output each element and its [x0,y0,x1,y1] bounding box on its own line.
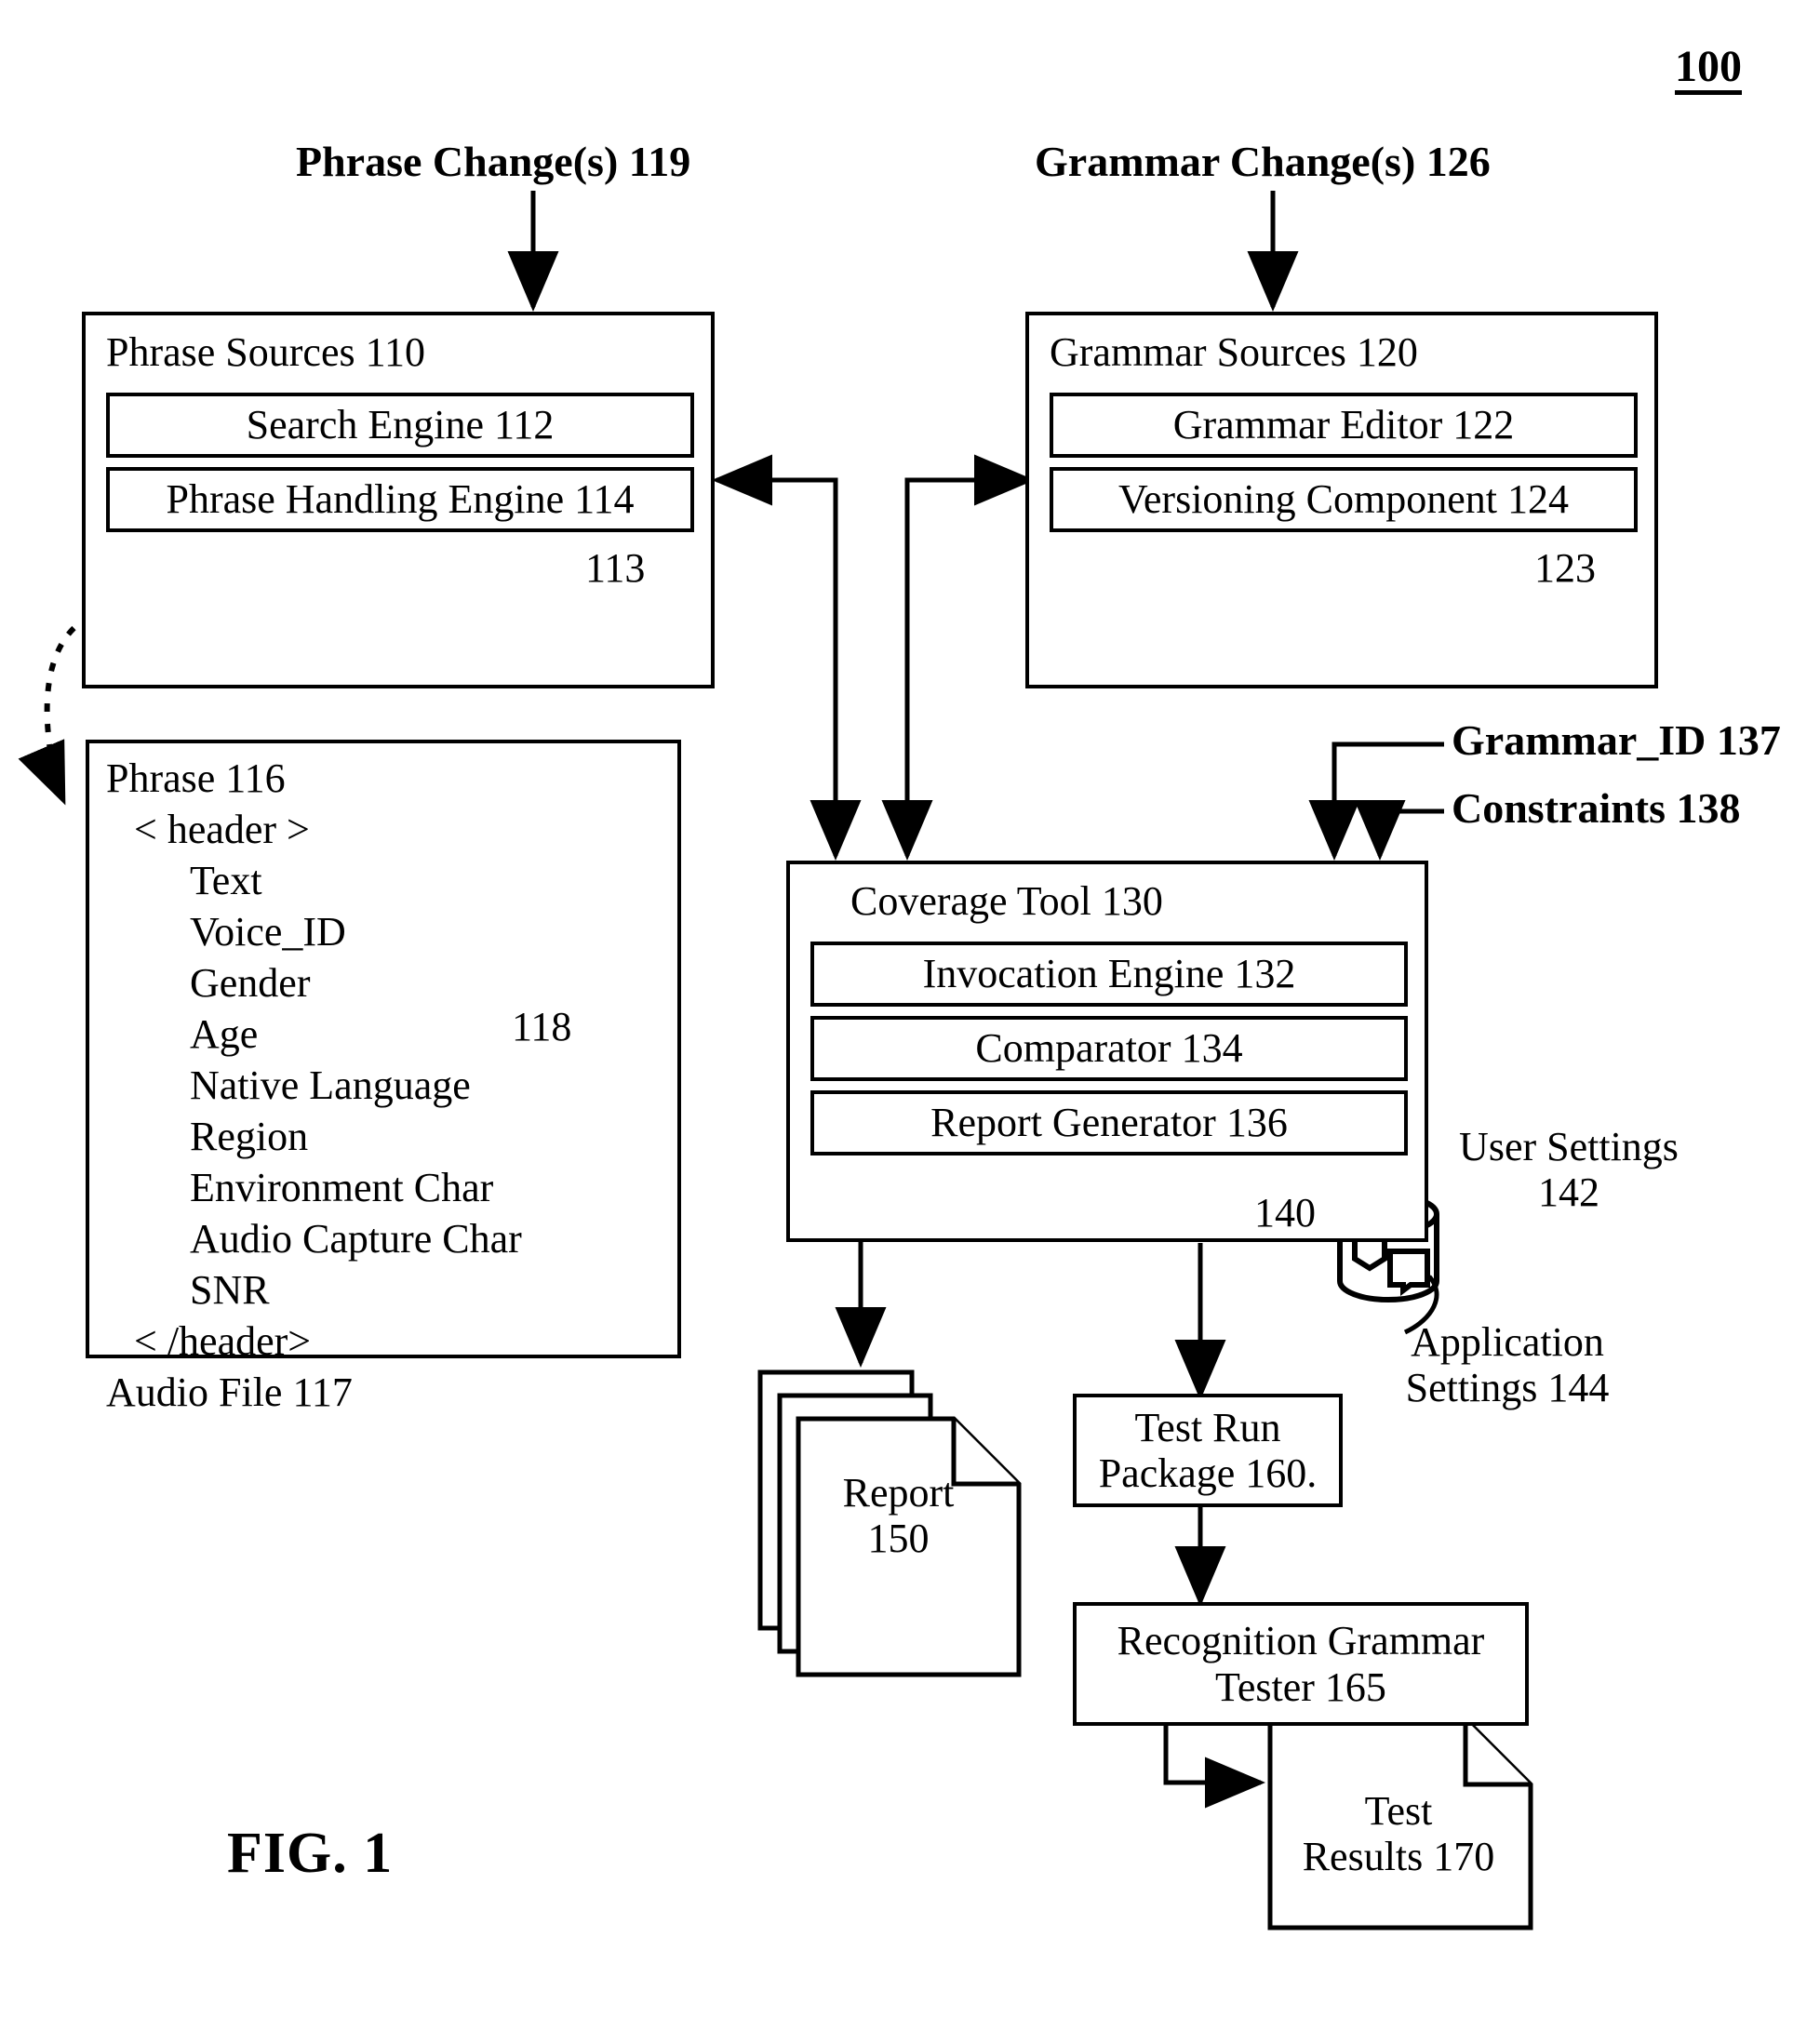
phrase-field-text: Text [190,858,262,903]
recognition-tester-line1: Recognition Grammar [1117,1618,1485,1664]
user-settings-label: User Settings 142 [1448,1124,1690,1216]
recognition-grammar-tester-box[interactable]: Recognition Grammar Tester 165 [1073,1602,1529,1726]
grammar-sources-box[interactable]: Grammar Sources 120 Grammar Editor 122 V… [1025,312,1658,688]
settings-store-ref-140: 140 [1254,1190,1316,1236]
versioning-component-box[interactable]: Versioning Component 124 [1050,467,1638,532]
comparator-box[interactable]: Comparator 134 [810,1016,1408,1081]
figure-caption: FIG. 1 [227,1822,394,1885]
arrow-tester-to-results [1163,1726,1265,1809]
phrase-field-region: Region [190,1114,309,1159]
figure-canvas: 100 Phrase Change(s) 119 Grammar Change(… [0,0,1820,2017]
application-settings-line1: Application [1411,1319,1604,1365]
callout-grammar-id: Grammar_ID 137 [1452,716,1781,764]
phrase-header-open: < header > [134,807,310,852]
test-run-package-label: Test Run Package 160. [1099,1405,1318,1497]
phrase-field-native-language: Native Language [190,1062,471,1108]
phrase-field-age: Age [190,1011,259,1057]
user-settings-line2: 142 [1538,1169,1599,1216]
recognition-grammar-tester-label: Recognition Grammar Tester 165 [1117,1618,1485,1710]
test-results-line2: Results 170 [1302,1834,1495,1880]
figure-number: 100 [1675,45,1742,95]
phrase-detail-box[interactable]: Phrase 116 < header > Text Voice_ID Gend… [86,740,681,1413]
application-settings-line2: Settings 144 [1405,1365,1610,1411]
test-results-label: Test Results 170 [1277,1788,1520,1880]
callout-grammar-changes: Grammar Change(s) 126 [1035,138,1491,185]
application-settings-label: Application Settings 144 [1377,1319,1638,1411]
callout-constraints: Constraints 138 [1452,784,1741,832]
phrase-header-close: < /header> [134,1318,312,1364]
arrow-constraints [1354,800,1444,861]
report-line1: Report [842,1470,955,1516]
user-settings-line1: User Settings [1459,1124,1679,1169]
report-doc-label: Report 150 [798,1470,998,1562]
brace-ref-118: 118 [512,1004,572,1049]
invocation-engine-box[interactable]: Invocation Engine 132 [810,942,1408,1007]
arrow-grammar-id [1308,741,1444,861]
grammar-datastore-label-123: 123 [1534,545,1596,591]
test-run-package-box[interactable]: Test Run Package 160. [1073,1394,1343,1507]
search-engine-box[interactable]: Search Engine 112 [106,393,694,458]
bus-to-grammar-sources [904,454,1035,642]
phrase-sources-title: Phrase Sources 110 [106,329,425,375]
test-results-line1: Test [1364,1788,1433,1834]
phrase-field-environment-char: Environment Char [190,1165,494,1210]
phrase-datastore-label-113: 113 [585,545,646,591]
coverage-tool-title: Coverage Tool 130 [850,878,1163,924]
phrase-field-audio-capture-char: Audio Capture Char [190,1216,522,1262]
note-icon [1387,1249,1430,1296]
report-generator-box[interactable]: Report Generator 136 [810,1090,1408,1155]
report-line2: 150 [867,1516,930,1562]
phrase-sources-box[interactable]: Phrase Sources 110 Search Engine 112 Phr… [82,312,715,688]
callout-phrase-changes: Phrase Change(s) 119 [296,138,691,185]
grammar-sources-title: Grammar Sources 120 [1050,329,1418,375]
coverage-tool-box[interactable]: Coverage Tool 130 Invocation Engine 132 … [786,861,1428,1242]
phrase-detail-title: Phrase 116 [106,755,286,801]
phrase-field-voice-id: Voice_ID [190,909,346,955]
test-run-package-line2: Package 160. [1098,1450,1318,1496]
test-run-package-line1: Test Run [1134,1404,1281,1450]
phrase-audio-file: Audio File 117 [106,1369,353,1415]
phrase-detail-content: Phrase 116 < header > Text Voice_ID Gend… [106,758,522,1423]
phrase-field-gender: Gender [190,960,311,1006]
bus-to-phrase-sources [712,454,838,642]
grammar-editor-box[interactable]: Grammar Editor 122 [1050,393,1638,458]
phrase-handling-engine-box[interactable]: Phrase Handling Engine 114 [106,467,694,532]
phrase-field-snr: SNR [190,1267,270,1313]
recognition-tester-line2: Tester 165 [1215,1663,1386,1710]
